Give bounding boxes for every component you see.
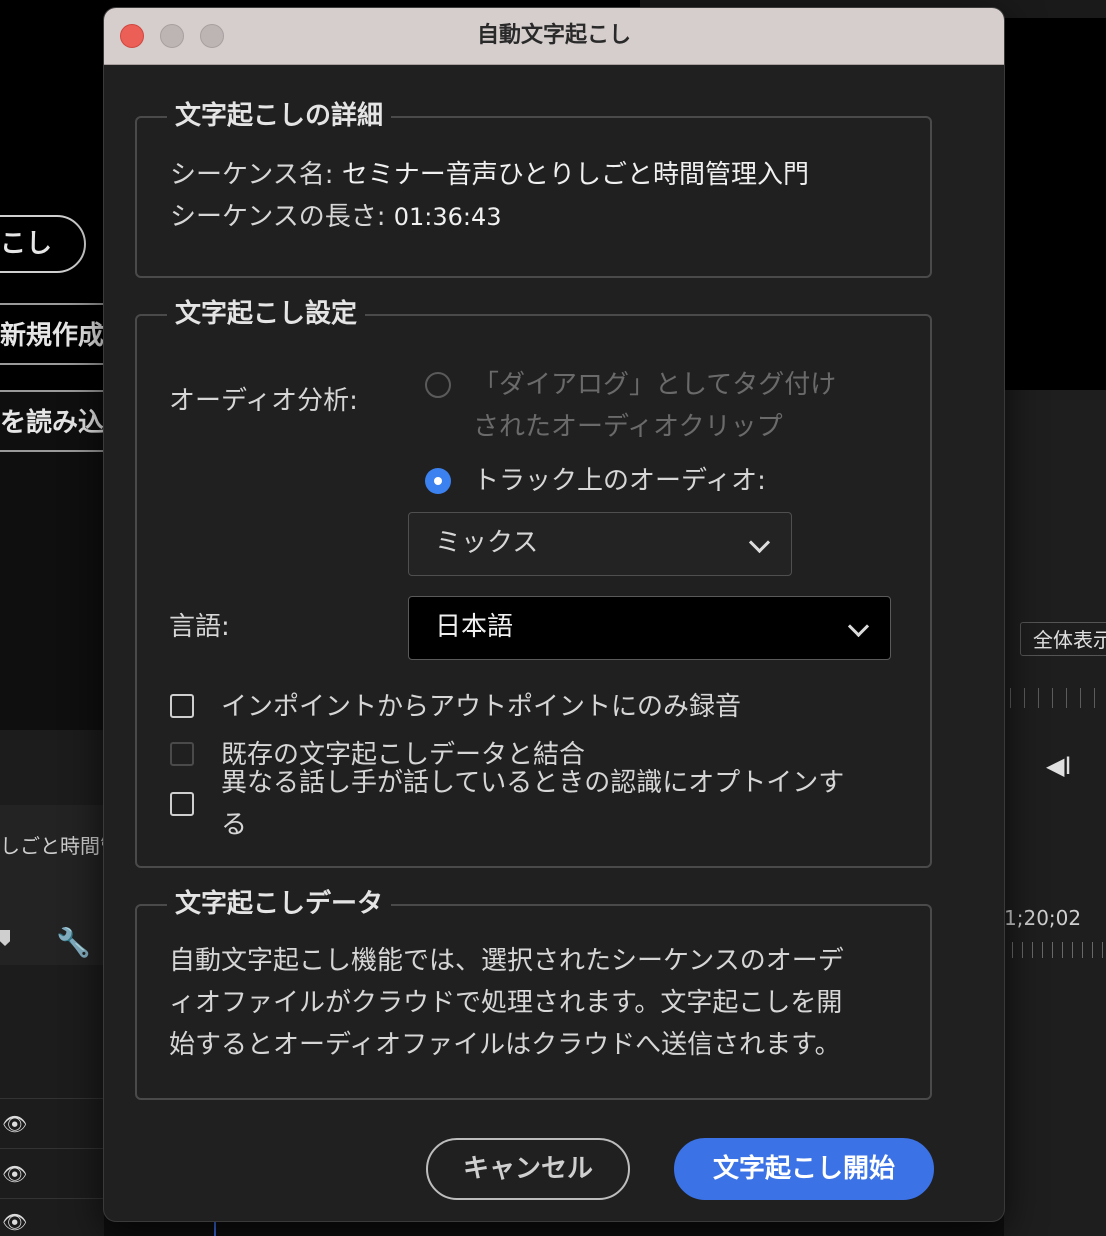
info-line-3: 始するとオーディオファイルはクラウドへ送信されます。 bbox=[169, 1030, 841, 1060]
sequence-length-value: 01:36:43 bbox=[393, 203, 502, 231]
info-line-1: 自動文字起こし機能では、選択されたシーケンスのオーデ bbox=[169, 946, 844, 976]
sequence-name-row: シーケンス名: セミナー音声ひとりしごと時間管理入門 bbox=[170, 158, 809, 192]
info-line-2: ィオファイルがクラウドで処理されます。文字起こしを開 bbox=[169, 988, 843, 1018]
track-divider bbox=[0, 1098, 104, 1099]
playhead[interactable] bbox=[214, 1220, 216, 1236]
details-group: 文字起こしの詳細 シーケンス名: セミナー音声ひとりしごと時間管理入門 シーケン… bbox=[135, 96, 932, 278]
timecode: 1;20;02 bbox=[1004, 906, 1082, 930]
import-button[interactable]: を読み込む bbox=[0, 390, 104, 452]
speaker-checkbox-label-2: る bbox=[221, 810, 248, 840]
eye-icon[interactable]: 👁 bbox=[2, 1112, 27, 1136]
language-value: 日本語 bbox=[435, 612, 514, 642]
sequence-length-row: シーケンスの長さ: 01:36:43 bbox=[170, 200, 502, 234]
inout-checkbox[interactable] bbox=[170, 694, 194, 718]
track-audio-label: トラック上のオーディオ: bbox=[473, 466, 766, 496]
details-legend: 文字起こしの詳細 bbox=[167, 96, 392, 136]
track-divider bbox=[0, 1198, 104, 1199]
sequence-name-label: シーケンス名: bbox=[170, 160, 334, 190]
chevron-down-icon bbox=[748, 531, 771, 554]
language-select[interactable]: 日本語 bbox=[408, 596, 891, 660]
eye-icon[interactable]: 👁 bbox=[2, 1162, 27, 1186]
timeline-ruler bbox=[1010, 688, 1106, 708]
auto-transcribe-dialog: 自動文字起こし 文字起こしの詳細 シーケンス名: セミナー音声ひとりしごと時間管… bbox=[104, 8, 1004, 1221]
start-transcription-button[interactable]: 文字起こし開始 bbox=[674, 1138, 934, 1200]
transcribe-pill-button[interactable]: こし bbox=[0, 215, 86, 273]
dialog-title: 自動文字起こし bbox=[476, 23, 631, 48]
title-bar[interactable]: 自動文字起こし bbox=[104, 8, 1004, 65]
sequence-tab[interactable]: しごと時間管理 bbox=[0, 830, 104, 859]
create-new-button[interactable]: 新規作成 bbox=[0, 303, 104, 365]
chevron-down-icon bbox=[847, 615, 870, 638]
track-mix-value: ミックス bbox=[435, 528, 539, 558]
timeline-ruler bbox=[1012, 942, 1106, 958]
sequence-length-label: シーケンスの長さ: bbox=[170, 202, 386, 232]
zoom-select[interactable]: 全体表示 bbox=[1020, 622, 1106, 656]
dialog-tagged-label-1: 「ダイアログ」としてタグ付け bbox=[473, 370, 837, 400]
track-mix-select[interactable]: ミックス bbox=[408, 512, 792, 576]
sequence-name-value: セミナー音声ひとりしごと時間管理入門 bbox=[341, 160, 809, 190]
speaker-checkbox[interactable] bbox=[170, 792, 194, 816]
wrench-icon[interactable]: 🔧 bbox=[56, 926, 91, 959]
settings-group: 文字起こし設定 オーディオ分析: 「ダイアログ」としてタグ付け されたオーディオ… bbox=[135, 294, 932, 868]
cancel-button[interactable]: キャンセル bbox=[426, 1138, 630, 1200]
track-divider bbox=[0, 1148, 104, 1149]
audio-analysis-label: オーディオ分析: bbox=[169, 386, 358, 416]
eye-icon[interactable]: 👁 bbox=[2, 1210, 27, 1234]
track-audio-radio[interactable] bbox=[425, 468, 451, 494]
inout-checkbox-label: インポイントからアウトポイントにのみ録音 bbox=[221, 692, 742, 722]
dialog-tagged-label-2: されたオーディオクリップ bbox=[473, 412, 783, 442]
transcript-data-group: 文字起こしデータ 自動文字起こし機能では、選択されたシーケンスのオーデ ィオファ… bbox=[135, 884, 932, 1100]
dialog-tagged-radio[interactable] bbox=[425, 372, 451, 398]
settings-legend: 文字起こし設定 bbox=[167, 294, 366, 334]
right-panel bbox=[1004, 390, 1106, 1236]
language-label: 言語: bbox=[169, 612, 230, 642]
speaker-checkbox-label-1: 異なる話し手が話しているときの認識にオプトインす bbox=[221, 768, 845, 798]
step-back-icon[interactable]: ◀I bbox=[1046, 752, 1072, 780]
merge-checkbox[interactable] bbox=[170, 742, 194, 766]
transcript-data-legend: 文字起こしデータ bbox=[167, 884, 392, 924]
